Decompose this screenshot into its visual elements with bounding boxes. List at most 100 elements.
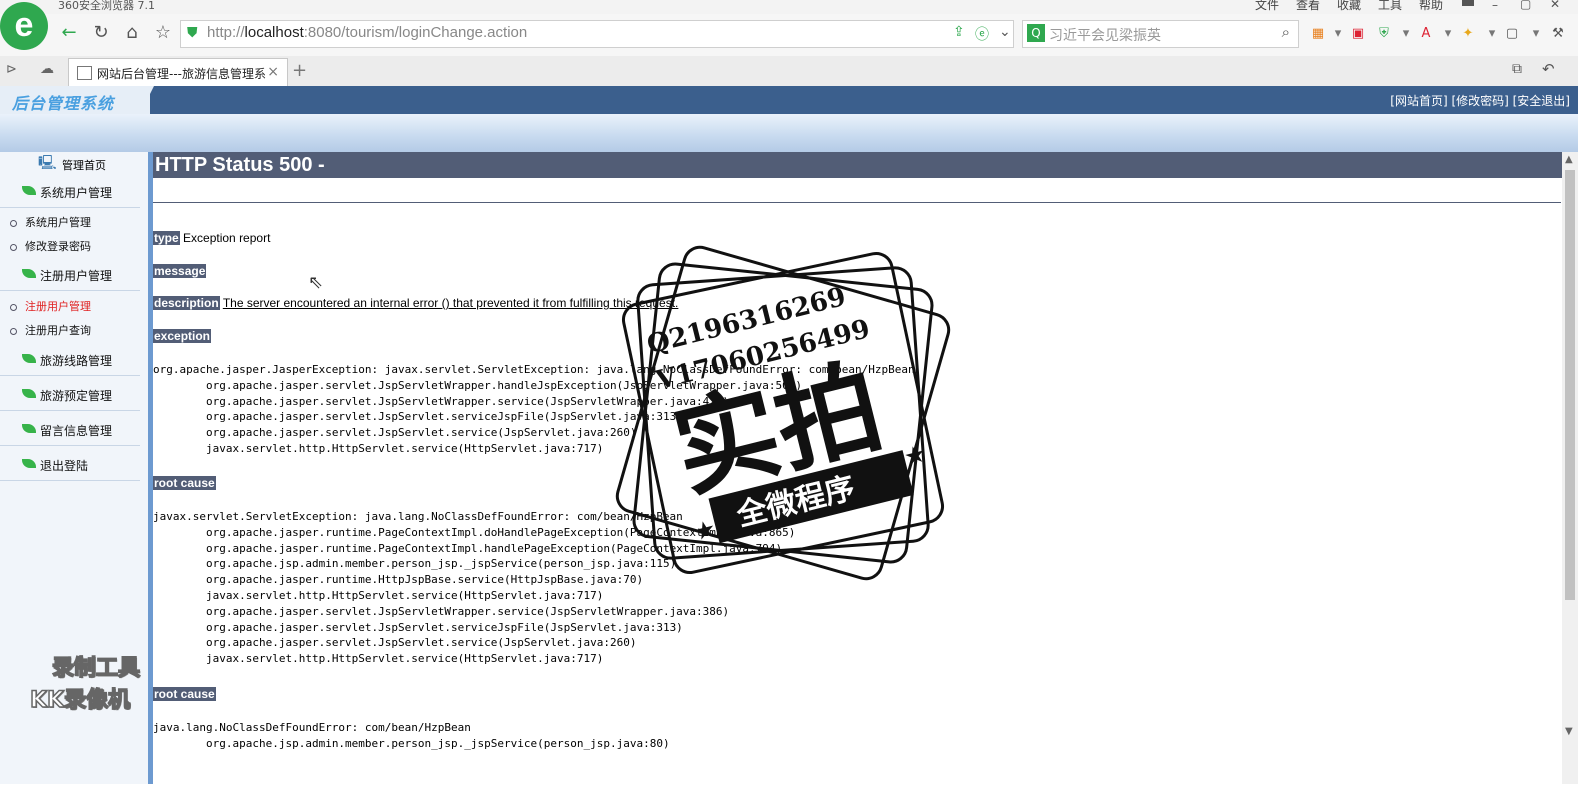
screenshot-icon[interactable]: ▢ (1504, 26, 1520, 42)
refresh-icon[interactable]: ↻ (90, 22, 112, 44)
search-icon[interactable]: ⌕ (1282, 23, 1290, 41)
page-scrollbar[interactable]: ▲ ▼ (1562, 152, 1578, 784)
back-icon[interactable]: ← (58, 22, 80, 44)
address-toolbar: ← ↻ ⌂ ☆ ⛊ http://localhost:8080/tourism/… (0, 14, 1578, 56)
sidebar-item-system-users[interactable]: 系统用户管理 (10, 214, 91, 230)
dropdown-icon[interactable]: ▾ (1330, 26, 1346, 42)
exception-label: exception (153, 329, 212, 343)
leaf-icon (22, 354, 36, 363)
dropdown-icon[interactable]: ▾ (1484, 26, 1500, 42)
leaf-icon (22, 424, 36, 433)
divider (153, 202, 1561, 203)
brand-area: 后台管理系统 (0, 86, 150, 114)
sidebar-toggle-icon[interactable]: ⊳ (6, 62, 17, 77)
scrollbar-thumb[interactable] (1565, 170, 1575, 600)
browser-logo-icon: e (0, 2, 48, 50)
sidebar-item-registered-users-query[interactable]: 注册用户查询 (10, 322, 91, 338)
guard-icon[interactable]: ⛨ (1376, 26, 1392, 42)
dropdown-icon[interactable]: ▾ (1440, 26, 1456, 42)
description-label: description (153, 296, 220, 310)
error-title: HTTP Status 500 - (153, 152, 1563, 178)
bullet-icon (10, 243, 17, 251)
search-input[interactable]: 习近平会见梁振英 (1049, 25, 1161, 45)
address-bar[interactable]: ⛊ http://localhost:8080/tourism/loginCha… (180, 20, 1014, 48)
sidebar-group-label: 留言信息管理 (40, 424, 113, 438)
sidebar-group-registered-users[interactable]: 注册用户管理 (0, 260, 140, 291)
browser-app-title: 360安全浏览器 7.1 (58, 0, 155, 12)
tab-close-icon[interactable]: × (267, 64, 279, 80)
watermark-stamp: Q2196316269 V17060256499 实拍 全微程序 ★ ★ (615, 245, 951, 581)
tab-active[interactable]: 网站后台管理---旅游信息管理系 × (68, 58, 288, 87)
sidebar-group-label: 注册用户管理 (40, 269, 113, 283)
admin-brand-title: 后台管理系统 (12, 94, 115, 113)
leaf-icon (22, 389, 36, 398)
sidebar-group-label: 旅游线路管理 (40, 354, 113, 368)
browser-title-bar: 360安全浏览器 7.1 文件 查看 收藏 工具 帮助 – ▢ ✕ (0, 0, 1578, 14)
restore-tabs-icon[interactable]: ⧉ (1512, 61, 1522, 77)
sidebar-group-label: 旅游预定管理 (40, 389, 113, 403)
menu-tools[interactable]: 工具 (1378, 0, 1402, 13)
sidebar-group-logout[interactable]: 退出登陆 (0, 450, 140, 481)
undo-close-icon[interactable]: ↶ (1542, 60, 1555, 78)
page-favicon-icon (77, 66, 92, 80)
sidebar-group-tour-routes[interactable]: 旅游线路管理 (0, 345, 140, 376)
translate-icon[interactable]: A (1418, 26, 1434, 42)
leaf-icon (22, 269, 36, 278)
minimize-icon[interactable]: – (1492, 0, 1498, 12)
home-icon[interactable]: ⌂ (121, 22, 143, 44)
recorder-line-2: KK录像机 (29, 687, 131, 714)
error-type-row: type Exception report (153, 231, 270, 245)
sidebar-item-registered-users-active[interactable]: 注册用户管理 (10, 298, 91, 314)
maximize-icon[interactable]: ▢ (1520, 0, 1531, 11)
address-dropdown-icon[interactable]: ⌄ (999, 24, 1011, 40)
header-links[interactable]: [网站首页] [修改密码] [安全退出] (1390, 92, 1570, 109)
root-cause-row: root cause (153, 476, 216, 490)
sidebar-group-messages[interactable]: 留言信息管理 (0, 415, 140, 446)
sidebar-group-system-users[interactable]: 系统用户管理 (0, 177, 140, 208)
dropdown-icon[interactable]: ▾ (1528, 26, 1544, 42)
address-url[interactable]: http://localhost:8080/tourism/loginChang… (207, 24, 527, 41)
reader-icon[interactable]: ▣ (1350, 26, 1366, 42)
share-icon[interactable]: ⇪ (953, 24, 965, 40)
menu-help[interactable]: 帮助 (1419, 0, 1443, 13)
sidebar-item-label: 注册用户查询 (25, 324, 91, 337)
brand-wedge (140, 86, 154, 114)
dropdown-icon[interactable]: ▾ (1398, 26, 1414, 42)
error-exception-row: exception (153, 329, 212, 343)
games-icon[interactable]: ✦ (1460, 26, 1476, 42)
new-tab-button[interactable]: + (292, 60, 307, 81)
search-box[interactable]: Q 习近平会见梁振英 ⌕ (1022, 20, 1299, 48)
sidebar-group-tour-bookings[interactable]: 旅游预定管理 (0, 380, 140, 411)
sidebar-group-label: 退出登陆 (40, 459, 89, 473)
compat-mode-icon[interactable]: ⓔ (975, 24, 989, 44)
menu-favorites[interactable]: 收藏 (1337, 0, 1361, 13)
tools-icon[interactable]: ⚒ (1550, 26, 1566, 42)
menu-file[interactable]: 文件 (1255, 0, 1279, 13)
computer-icon: 🖳 (38, 155, 57, 171)
tab-title: 网站后台管理---旅游信息管理系 (97, 67, 266, 81)
skin-icon[interactable] (1462, 0, 1474, 6)
sidebar-group-label: 系统用户管理 (40, 186, 113, 200)
sidebar-item-change-password[interactable]: 修改登录密码 (10, 238, 91, 254)
header-banner (0, 114, 1578, 152)
sidebar-item-label: 修改登录密码 (25, 240, 91, 253)
sidebar-home[interactable]: 管理首页 (62, 157, 106, 173)
recorder-line-1: 录制工具 (51, 655, 141, 682)
apps-grid-icon[interactable]: ▦ (1310, 26, 1326, 42)
scroll-up-icon[interactable]: ▲ (1565, 154, 1573, 165)
root-cause-label: root cause (153, 476, 216, 490)
sidebar-item-label: 注册用户管理 (25, 300, 91, 313)
cloud-icon[interactable]: ☁ (40, 61, 54, 77)
bullet-icon (10, 219, 17, 227)
mouse-cursor-icon: ⇖ (308, 272, 324, 293)
menu-view[interactable]: 查看 (1296, 0, 1320, 13)
root-cause-row-2: root cause (153, 687, 216, 701)
type-value: Exception report (183, 231, 271, 245)
root-cause-label: root cause (153, 687, 216, 701)
bullet-icon (10, 327, 17, 335)
search-engine-icon[interactable]: Q (1027, 24, 1045, 42)
close-window-icon[interactable]: ✕ (1550, 0, 1560, 11)
scroll-down-icon[interactable]: ▼ (1565, 726, 1573, 737)
favorite-star-icon[interactable]: ☆ (152, 22, 174, 44)
tab-strip: ⊳ ☁ 网站后台管理---旅游信息管理系 × + ⧉ ↶ (0, 56, 1578, 87)
